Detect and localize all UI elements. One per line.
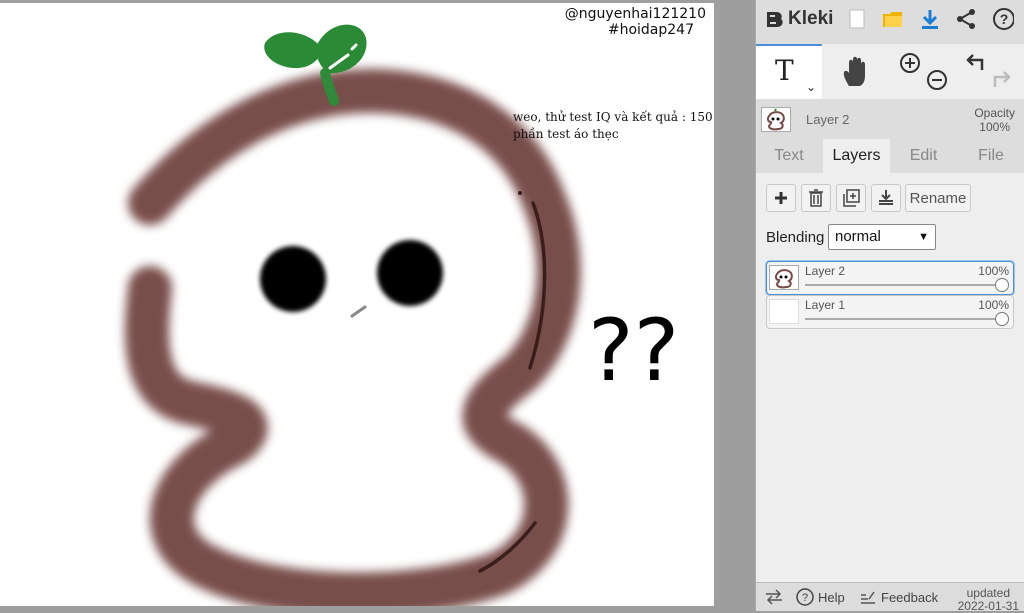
share-icon[interactable] (955, 8, 977, 30)
svg-text:?: ? (1000, 11, 1009, 27)
layer-thumbnail (769, 299, 799, 324)
updated-date: 2022-01-31 (957, 599, 1019, 613)
swap-side-icon[interactable] (764, 583, 784, 611)
hand-icon (843, 56, 865, 86)
drawing-canvas[interactable]: @nguyenhai121210 #hoidap247 weo, thử tes… (0, 3, 714, 606)
download-icon[interactable] (919, 8, 941, 30)
tab-edit[interactable]: Edit (890, 139, 957, 173)
mouth (350, 305, 367, 318)
note-text: weo, thử test IQ và kết quả : 150 phần t… (513, 110, 713, 141)
opacity-label: Opacity (974, 106, 1015, 120)
top-bar: Kleki ? (756, 0, 1024, 38)
help-icon: ? (796, 588, 814, 606)
hand-tool[interactable] (822, 44, 890, 99)
blending-select[interactable]: normal ▼ (828, 224, 936, 250)
help-link[interactable]: ? Help (796, 583, 845, 611)
footer: ? Help Feedback updated 2022-01-31 (756, 582, 1024, 613)
current-layer-info: Layer 2 Opacity 100% (756, 102, 1024, 138)
layer-opacity-slider[interactable] (805, 284, 1001, 286)
layer-name: Layer 1 (805, 298, 846, 312)
undo-icon[interactable] (964, 52, 986, 74)
layer-opacity-slider[interactable] (805, 318, 1001, 320)
feedback-link[interactable]: Feedback (860, 583, 938, 611)
tab-text[interactable]: Text (756, 139, 822, 173)
slider-knob[interactable] (995, 312, 1009, 326)
app-name: Kleki (788, 8, 834, 29)
feedback-label: Feedback (881, 589, 939, 605)
delete-layer-button[interactable] (801, 184, 831, 212)
watermark-line-2: #hoidap247 (607, 22, 694, 38)
opacity-value: 100% (979, 120, 1010, 134)
layer-row-layer-2[interactable]: Layer 2 100% (766, 261, 1014, 295)
layer-opacity: 100% (978, 264, 1009, 278)
duplicate-layer-button[interactable] (836, 184, 866, 212)
add-layer-button[interactable] (766, 184, 796, 212)
chevron-down-icon: ▼ (918, 231, 929, 243)
new-file-icon[interactable] (846, 8, 868, 30)
layer-thumbnail (761, 107, 791, 132)
svg-text:?: ? (802, 592, 808, 604)
layer-name: Layer 2 (805, 264, 846, 278)
blending-value: normal (835, 228, 881, 245)
rename-button[interactable]: Rename (905, 184, 971, 212)
sprout-leaf-right (316, 24, 367, 74)
app-logo[interactable]: Kleki (764, 8, 833, 30)
watermark-line-1: @nguyenhai121210 (564, 6, 706, 22)
duplicate-icon (843, 189, 860, 207)
merge-down-icon (879, 190, 893, 205)
watermark: @nguyenhai121210 #hoidap247 (565, 6, 706, 38)
tool-row: T ⌄ (756, 44, 1024, 99)
updated-info: updated 2022-01-31 (958, 587, 1019, 613)
layer-thumbnail (769, 265, 799, 290)
tab-layers[interactable]: Layers (823, 139, 890, 173)
help-icon[interactable]: ? (992, 8, 1014, 30)
redo-icon[interactable] (991, 69, 1013, 91)
question-marks: ?? (588, 301, 680, 401)
right-eye (377, 240, 443, 306)
merge-down-button[interactable] (871, 184, 901, 212)
zoom-in-icon[interactable] (899, 52, 921, 74)
plus-icon (775, 192, 787, 204)
tab-file[interactable]: File (957, 139, 1024, 173)
help-label: Help (818, 589, 845, 605)
layer-opacity: 100% (978, 298, 1009, 312)
text-tool-glyph: T (775, 54, 794, 87)
canvas-area[interactable]: @nguyenhai121210 #hoidap247 weo, thử tes… (0, 0, 755, 610)
opacity-display[interactable]: Opacity 100% (974, 106, 1015, 134)
blending-label: Blending (766, 229, 825, 246)
character-outline (124, 68, 581, 606)
zoom-out-icon[interactable] (926, 69, 948, 91)
slider-knob[interactable] (995, 278, 1009, 292)
tab-bar: Text Layers Edit File (756, 139, 1024, 173)
side-panel: Kleki ? T ⌄ Layer 2 Opacity 100% Text La… (755, 0, 1024, 613)
current-layer-name: Layer 2 (806, 112, 850, 127)
left-eye (260, 246, 326, 312)
sprout-leaf-left (264, 32, 322, 69)
feedback-icon (861, 591, 875, 604)
layer-row-layer-1[interactable]: Layer 1 100% (766, 295, 1014, 329)
chevron-down-icon[interactable]: ⌄ (806, 80, 816, 94)
open-folder-icon[interactable] (882, 8, 904, 30)
text-tool[interactable]: T ⌄ (756, 44, 822, 99)
trash-icon (809, 189, 823, 207)
layers-panel: Rename Blending normal ▼ Layer 2 100% La… (756, 173, 1024, 582)
kleki-logo-icon (767, 12, 783, 27)
